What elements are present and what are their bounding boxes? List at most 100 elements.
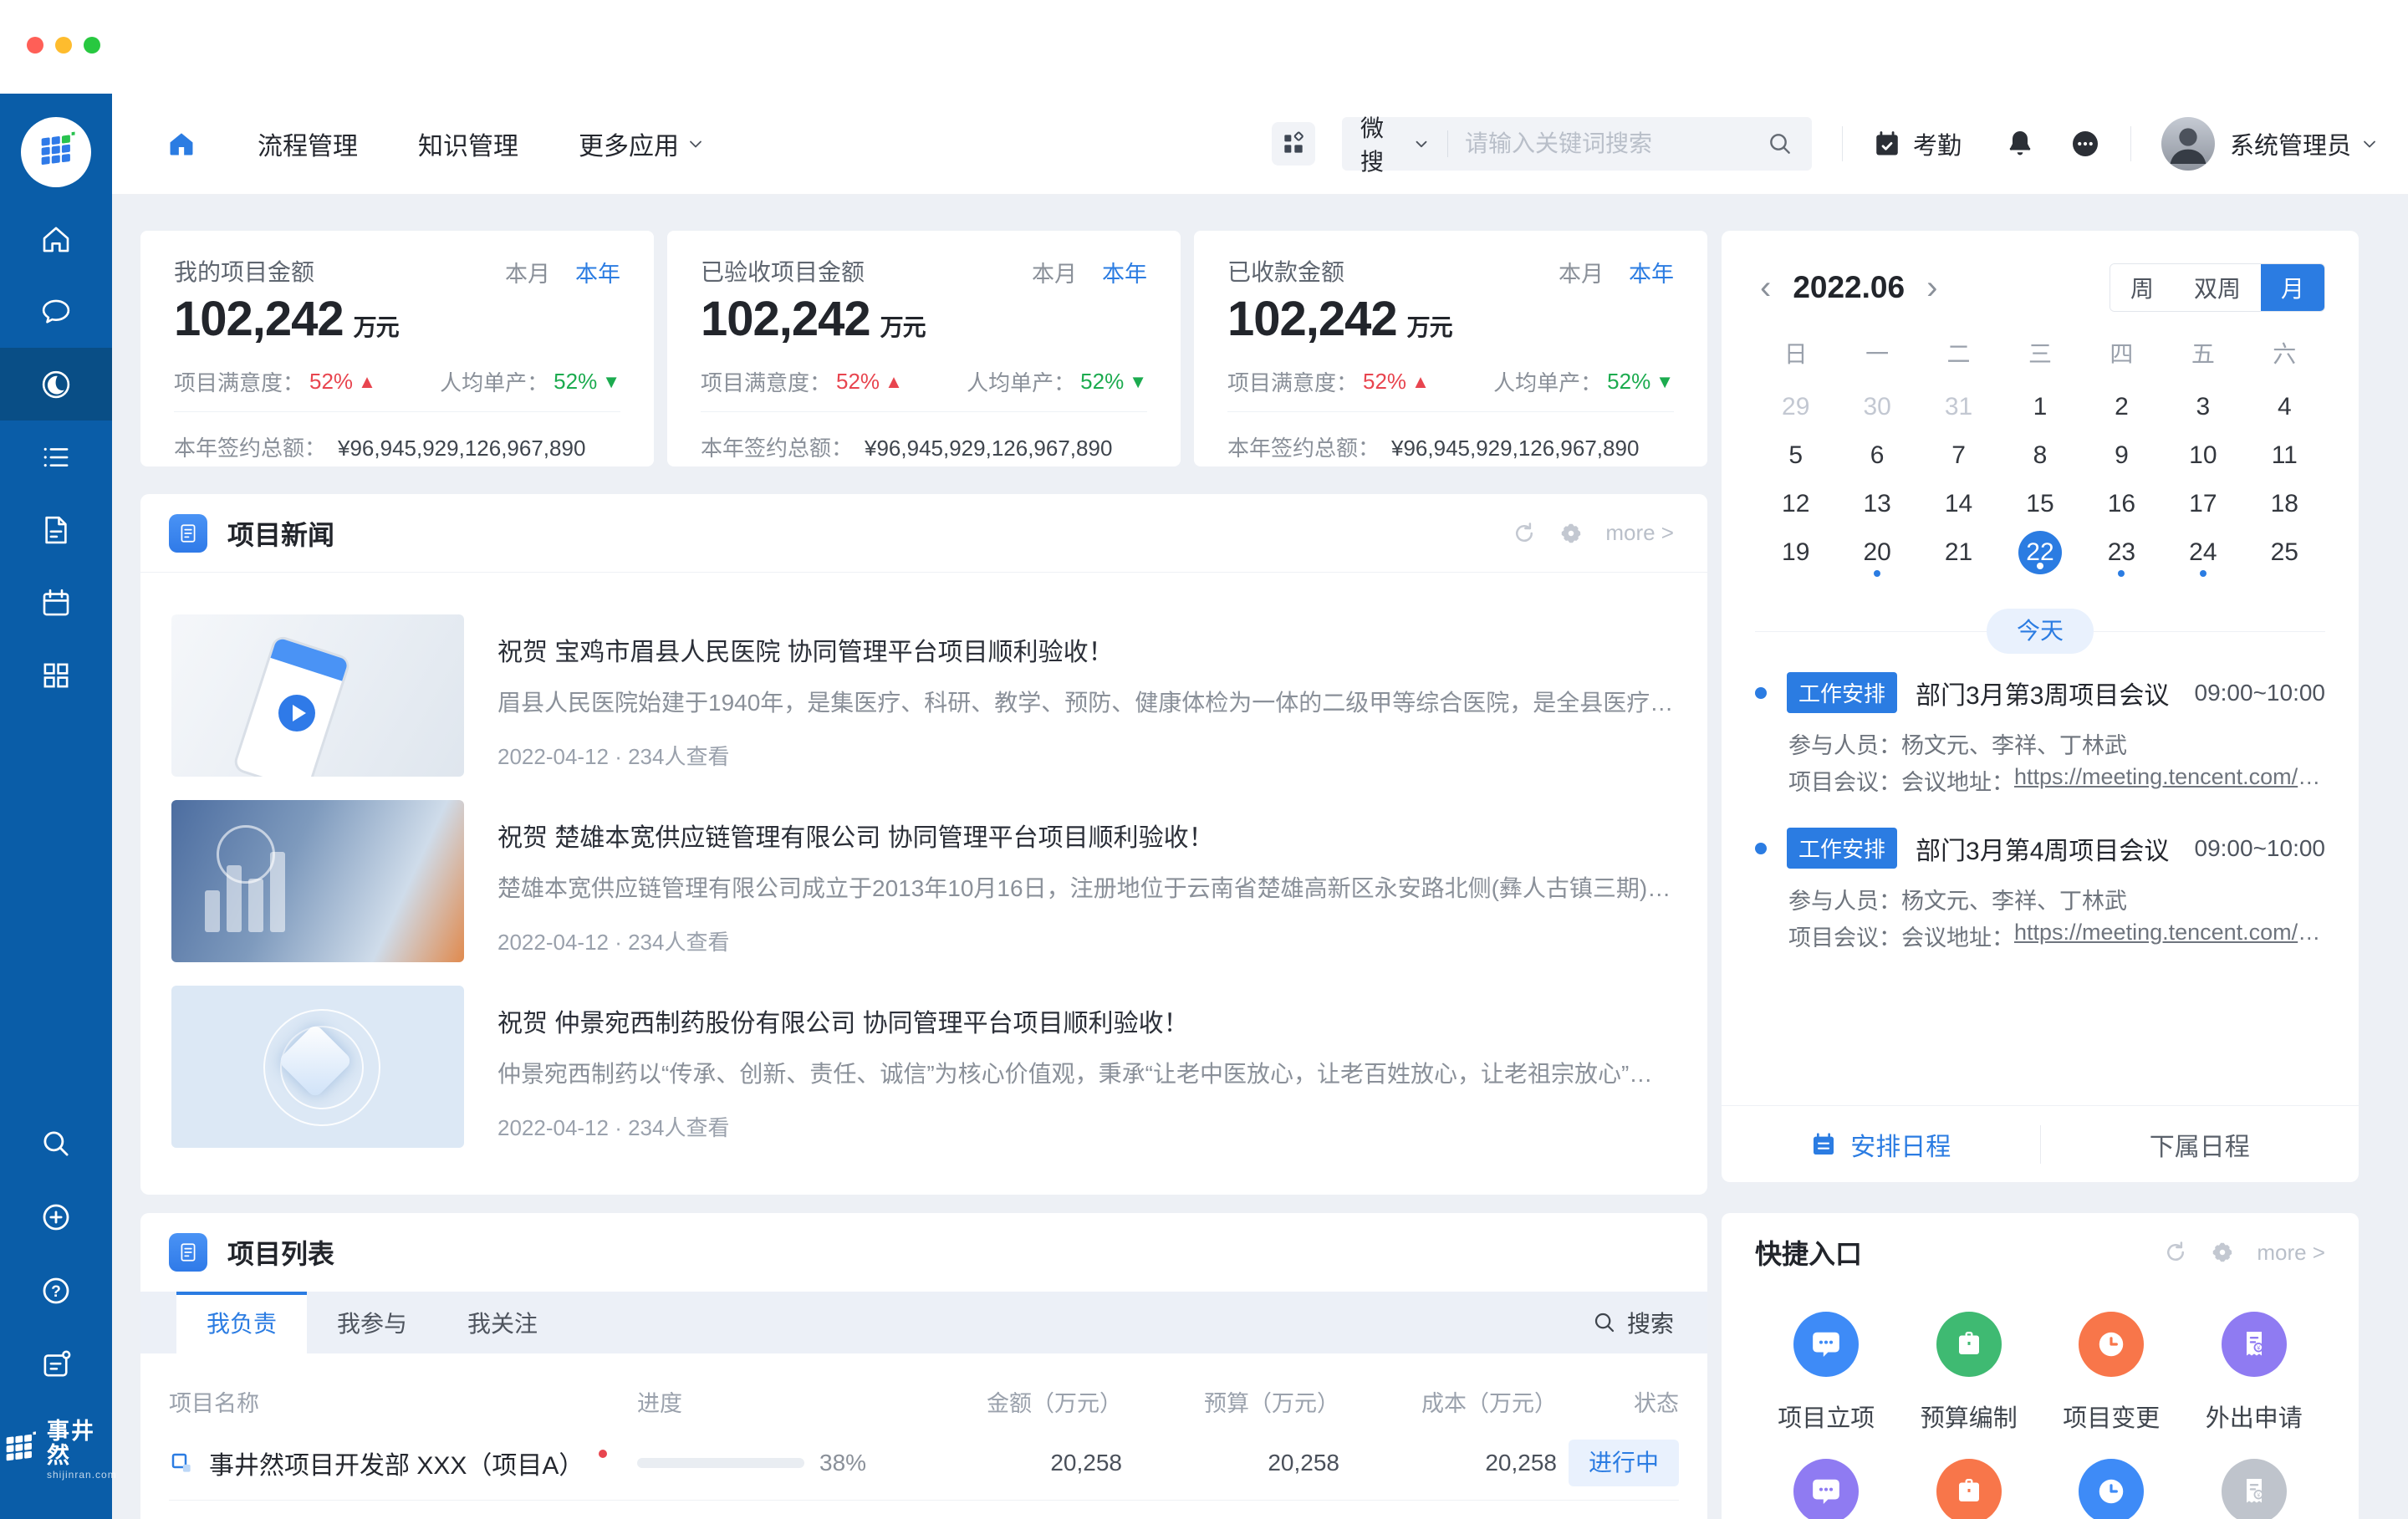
tab-my-following[interactable]: 我关注	[437, 1292, 568, 1353]
calendar-day[interactable]: 15	[1999, 480, 2080, 528]
calendar-day[interactable]: 29	[1755, 383, 1836, 431]
avatar[interactable]	[2161, 117, 2215, 171]
quick-entry[interactable]	[2040, 1459, 2183, 1519]
sidebar-item-dashboard[interactable]	[0, 348, 112, 421]
calendar-day[interactable]: 6	[1836, 431, 1917, 480]
arrange-schedule-button[interactable]: 安排日程	[1722, 1126, 2040, 1163]
schedule-item[interactable]: 工作安排 部门3月第4周项目会议 09:00~10:00 参与人员：杨文元、李祥…	[1755, 828, 2325, 971]
tab-this-month[interactable]: 本月	[1559, 256, 1604, 288]
calendar-day[interactable]: 24	[2162, 528, 2243, 577]
calendar-next-icon[interactable]: ›	[1921, 271, 1942, 304]
close-button[interactable]	[27, 37, 43, 54]
view-week[interactable]: 周	[2110, 264, 2174, 311]
nav-home-button[interactable]	[166, 128, 197, 160]
news-item[interactable]: 祝贺 仲景宛西制药股份有限公司 协同管理平台项目顺利验收！ 仲景宛西制药以“传承…	[171, 986, 1674, 1148]
calendar-day[interactable]: 7	[1918, 431, 1999, 480]
more-link[interactable]: more >	[2257, 1240, 2325, 1266]
quick-entry[interactable]: 项目立项	[1755, 1312, 1898, 1459]
news-item[interactable]: 祝贺 宝鸡市眉县人民医院 协同管理平台项目顺利验收！ 眉县人民医院始建于1940…	[171, 614, 1674, 777]
nav-item-process[interactable]: 流程管理	[258, 125, 358, 162]
calendar-day[interactable]: 8	[1999, 431, 2080, 480]
quick-entry[interactable]	[1755, 1459, 1898, 1519]
search-submit-icon[interactable]	[1767, 130, 1793, 157]
calendar-day[interactable]: 2	[2081, 383, 2162, 431]
sidebar-item-home[interactable]	[0, 202, 112, 275]
calendar-day[interactable]: 1	[1999, 383, 2080, 431]
sidebar-item-help[interactable]: ?	[0, 1254, 112, 1328]
calendar-day[interactable]: 16	[2081, 480, 2162, 528]
gear-icon[interactable]	[2210, 1240, 2235, 1265]
tab-this-year[interactable]: 本年	[1629, 256, 1674, 288]
gear-icon[interactable]	[1559, 521, 1584, 546]
tab-this-year[interactable]: 本年	[1102, 256, 1147, 288]
sidebar-item-calendar[interactable]	[0, 566, 112, 639]
meeting-link[interactable]: https://meeting.tencent.com/dm/0KDS...	[2014, 920, 2325, 952]
calendar-day[interactable]: 18	[2244, 480, 2325, 528]
minimize-button[interactable]	[55, 37, 72, 54]
quick-entry[interactable]	[1898, 1459, 2041, 1519]
tab-this-month[interactable]: 本月	[505, 256, 550, 288]
search-input[interactable]	[1465, 130, 1767, 157]
calendar-day[interactable]: 20	[1836, 528, 1917, 577]
more-options-button[interactable]	[2070, 129, 2100, 159]
calendar-day[interactable]: 19	[1755, 528, 1836, 577]
view-month[interactable]: 月	[2261, 264, 2324, 311]
calendar-prev-icon[interactable]: ‹	[1755, 271, 1776, 304]
calendar-day[interactable]: 3	[2162, 383, 2243, 431]
refresh-icon[interactable]	[1512, 521, 1537, 546]
quick-entry[interactable]: 预算编制	[1898, 1312, 2041, 1459]
document-icon	[38, 512, 74, 548]
user-menu[interactable]: 系统管理员	[2230, 126, 2351, 161]
calendar-day[interactable]: 10	[2162, 431, 2243, 480]
calendar-day[interactable]: 17	[2162, 480, 2243, 528]
sidebar-item-feedback[interactable]	[0, 1328, 112, 1401]
app-launcher-button[interactable]	[1272, 122, 1315, 166]
quick-entry[interactable]: 项目变更	[2040, 1312, 2183, 1459]
calendar-day[interactable]: 23	[2081, 528, 2162, 577]
project-search-button[interactable]: 搜索	[1592, 1306, 1674, 1339]
app-logo[interactable]	[21, 117, 91, 187]
calendar-day[interactable]: 9	[2081, 431, 2162, 480]
sidebar-item-messages[interactable]	[0, 275, 112, 348]
calendar-day[interactable]: 11	[2244, 431, 2325, 480]
table-row[interactable]: 事井然项目开发部 XXX（项目A） 38% 20,258 20,258 20,2…	[169, 1425, 1679, 1501]
sidebar-item-documents[interactable]	[0, 493, 112, 566]
schedule-title: 部门3月第4周项目会议	[1916, 830, 2169, 867]
attendance-button[interactable]: 考勤	[1873, 126, 1962, 161]
sidebar-item-apps[interactable]	[0, 639, 112, 711]
calendar-day[interactable]: 31	[1918, 383, 1999, 431]
tab-this-year[interactable]: 本年	[575, 256, 620, 288]
calendar-day[interactable]: 13	[1836, 480, 1917, 528]
sidebar-item-tasks[interactable]	[0, 421, 112, 493]
tab-my-participating[interactable]: 我参与	[307, 1292, 437, 1353]
calendar-day[interactable]: 30	[1836, 383, 1917, 431]
more-link[interactable]: more >	[1605, 520, 1674, 546]
today-button[interactable]: 今天	[1987, 609, 2094, 654]
calendar-day[interactable]: 21	[1918, 528, 1999, 577]
calendar-day[interactable]: 25	[2244, 528, 2325, 577]
nav-item-knowledge[interactable]: 知识管理	[418, 125, 518, 162]
calendar-day[interactable]: 22	[1999, 528, 2080, 577]
project-name[interactable]: 事井然项目开发部 XXX（项目A）	[209, 1445, 584, 1481]
news-item[interactable]: 祝贺 楚雄本宽供应链管理有限公司 协同管理平台项目顺利验收！ 楚雄本宽供应链管理…	[171, 800, 1674, 962]
schedule-item[interactable]: 工作安排 部门3月第3周项目会议 09:00~10:00 参与人员：杨文元、李祥…	[1755, 672, 2325, 816]
quick-entry[interactable]: ¥外出申请	[2183, 1312, 2326, 1459]
notifications-button[interactable]	[2005, 129, 2035, 159]
sidebar-item-create[interactable]	[0, 1180, 112, 1254]
view-biweek[interactable]: 双周	[2174, 264, 2261, 311]
search-scope-selector[interactable]: 微搜	[1360, 110, 1431, 177]
tab-this-month[interactable]: 本月	[1032, 256, 1077, 288]
nav-item-more-apps[interactable]: 更多应用	[579, 125, 706, 162]
sidebar-item-search[interactable]	[0, 1107, 112, 1180]
refresh-icon[interactable]	[2163, 1240, 2188, 1265]
calendar-day[interactable]: 5	[1755, 431, 1836, 480]
tab-my-responsible[interactable]: 我负责	[176, 1292, 307, 1353]
status-badge[interactable]: 进行中	[1569, 1440, 1679, 1486]
calendar-day[interactable]: 14	[1918, 480, 1999, 528]
quick-entry[interactable]: ¥	[2183, 1459, 2326, 1519]
zoom-button[interactable]	[84, 37, 100, 54]
calendar-day[interactable]: 12	[1755, 480, 1836, 528]
calendar-day[interactable]: 4	[2244, 383, 2325, 431]
subordinate-schedule-button[interactable]: 下属日程	[2041, 1126, 2360, 1163]
meeting-link[interactable]: https://meeting.tencent.com/dm/0KDS...	[2014, 764, 2325, 797]
